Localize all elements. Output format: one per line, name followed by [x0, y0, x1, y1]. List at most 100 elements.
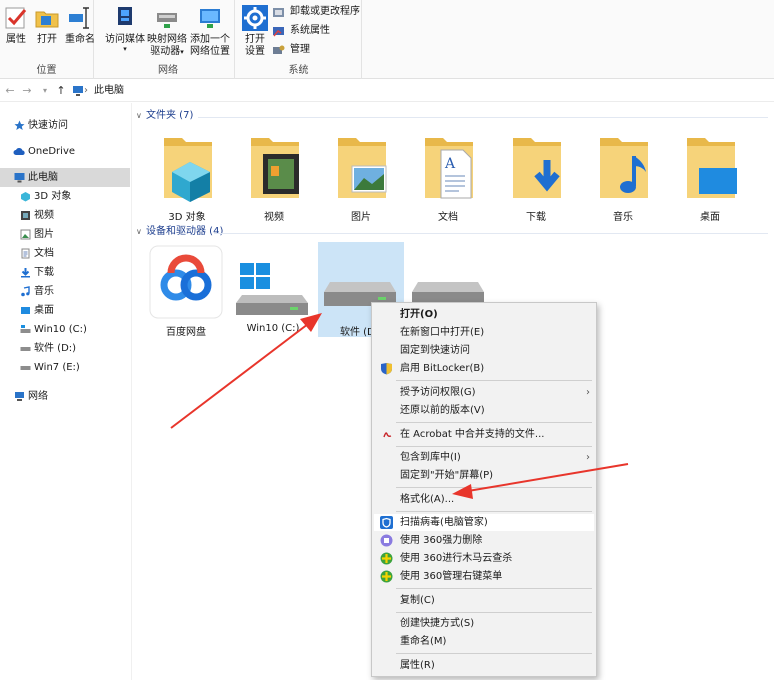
menu-item-360-scan[interactable]: 使用 360进行木马云查杀	[374, 550, 594, 567]
devices-header-label: 设备和驱动器 (4)	[146, 226, 224, 237]
access-media-button[interactable]: 访问媒体 ▾	[105, 3, 145, 57]
menu-item-label: 使用 360管理右键菜单	[400, 571, 503, 582]
acrobat-icon	[383, 432, 392, 438]
breadcrumb-this-pc[interactable]: 此电脑	[94, 85, 124, 96]
sidebar-item-desktop[interactable]: 桌面	[0, 301, 130, 320]
sidebar-item-downloads[interactable]: 下载	[0, 263, 130, 282]
menu-item-give-access[interactable]: 授予访问权限(G) ›	[374, 384, 594, 401]
sidebar-item-label: 下载	[34, 267, 54, 278]
ribbon-group-system: 打开 设置 卸载或更改程序 系统属性 管理 系统	[236, 0, 362, 79]
manage-button[interactable]: 管理	[272, 42, 310, 58]
menu-separator	[396, 612, 592, 613]
sidebar-item-this-pc[interactable]: 此电脑	[0, 168, 130, 187]
folders-section-header[interactable]: ∨ 文件夹 (7)	[136, 108, 193, 124]
add-network-location-button[interactable]: 添加一个 网络位置	[190, 3, 230, 57]
recent-locations-button[interactable]: ▾	[38, 83, 52, 99]
sidebar-item-label: 3D 对象	[34, 191, 72, 202]
menu-item-label: 使用 360进行木马云查杀	[400, 553, 513, 564]
menu-item-label: 格式化(A)...	[400, 494, 455, 505]
devices-section-header[interactable]: ∨ 设备和驱动器 (4)	[136, 224, 223, 240]
menu-item-pin-quick-access[interactable]: 固定到快速访问	[374, 342, 594, 359]
sidebar-item-quick-access[interactable]: 快速访问	[0, 116, 130, 135]
device-tile-baidu-netdisk[interactable]: 百度网盘	[143, 243, 229, 338]
map-network-drive-button[interactable]: 映射网络 驱动器▾	[147, 3, 187, 57]
rename-button[interactable]: 重命名	[62, 3, 98, 57]
uninstall-icon	[273, 8, 284, 17]
sidebar-item-drive-d[interactable]: 软件 (D:)	[0, 339, 130, 358]
device-tile-drive-c[interactable]: Win10 (C:)	[230, 243, 316, 336]
folder-tile-downloads[interactable]: 下载	[493, 128, 579, 223]
forward-button[interactable]: →	[20, 83, 34, 99]
3d-objects-icon	[21, 192, 30, 202]
uninstall-programs-button[interactable]: 卸载或更改程序	[272, 4, 360, 20]
menu-item-scan-virus[interactable]: 扫描病毒(电脑管家)	[374, 514, 594, 531]
folder-tile-3d-objects[interactable]: 3D 对象	[144, 128, 230, 223]
device-label: 百度网盘	[166, 327, 206, 338]
menu-item-create-shortcut[interactable]: 创建快捷方式(S)	[374, 615, 594, 632]
folder-label: 3D 对象	[168, 212, 206, 223]
open-button[interactable]: 打开	[30, 3, 64, 57]
folder-label: 音乐	[613, 212, 633, 223]
media-icon	[118, 7, 132, 25]
menu-item-properties[interactable]: 属性(R)	[374, 657, 594, 674]
group-label-network: 网络	[158, 65, 178, 76]
star-icon	[14, 120, 25, 130]
menu-item-bitlocker[interactable]: 启用 BitLocker(B)	[374, 360, 594, 377]
pictures-icon	[20, 229, 31, 240]
folder-tile-pictures[interactable]: 图片	[318, 128, 404, 223]
sidebar-item-3d-objects[interactable]: 3D 对象	[0, 187, 130, 206]
context-menu: 打开(O) 在新窗口中打开(E) 固定到快速访问 启用 BitLocker(B)…	[371, 302, 597, 677]
360-menu-icon	[380, 570, 393, 583]
folder-label: 视频	[264, 212, 284, 223]
group-label-location: 位置	[36, 65, 57, 76]
folder-tile-documents[interactable]: A 文档	[405, 128, 491, 223]
device-label: Win10 (C:)	[246, 323, 300, 334]
sidebar-item-onedrive[interactable]: OneDrive	[0, 142, 130, 161]
menu-item-label: 使用 360强力删除	[400, 535, 483, 546]
3d-objects-folder-icon	[164, 138, 212, 202]
sidebar-item-drive-e[interactable]: Win7 (E:)	[0, 358, 130, 377]
open-settings-button[interactable]: 打开 设置	[238, 3, 272, 57]
group-label-system: 系统	[288, 65, 309, 76]
folder-label: 下载	[526, 212, 546, 223]
computer-icon	[73, 86, 83, 96]
sidebar-item-network[interactable]: 网络	[0, 387, 130, 406]
menu-item-360-delete[interactable]: 使用 360强力删除	[374, 532, 594, 549]
open-settings-line2: 设置	[245, 46, 265, 57]
cloud-icon	[13, 148, 25, 155]
menu-item-acrobat-combine[interactable]: 在 Acrobat 中合并支持的文件...	[374, 426, 594, 443]
menu-item-open[interactable]: 打开(O)	[374, 306, 594, 323]
menu-item-include-library[interactable]: 包含到库中(I) ›	[374, 449, 594, 466]
sidebar-item-music[interactable]: 音乐	[0, 282, 130, 301]
menu-item-label: 重命名(M)	[400, 636, 447, 647]
sidebar-item-pictures[interactable]: 图片	[0, 225, 130, 244]
downloads-icon	[21, 268, 30, 278]
properties-button[interactable]: 属性	[0, 3, 33, 57]
menu-item-restore-versions[interactable]: 还原以前的版本(V)	[374, 402, 594, 419]
menu-item-rename[interactable]: 重命名(M)	[374, 633, 594, 650]
rename-icon	[69, 7, 89, 29]
access-media-label: 访问媒体	[105, 34, 145, 45]
back-button[interactable]: ←	[3, 83, 17, 99]
menu-item-open-new-window[interactable]: 在新窗口中打开(E)	[374, 324, 594, 341]
folder-tile-desktop[interactable]: 桌面	[667, 128, 753, 223]
sidebar-item-label: Win7 (E:)	[34, 362, 80, 373]
menu-item-format[interactable]: 格式化(A)...	[374, 491, 594, 508]
navigation-pane: 快速访问 OneDrive 此电脑 3D 对象 视频 图片 文档 下载 音乐 桌…	[0, 103, 132, 680]
menu-item-360-menu-manager[interactable]: 使用 360管理右键菜单	[374, 568, 594, 585]
menu-item-pin-start[interactable]: 固定到"开始"屏幕(P)	[374, 467, 594, 484]
folder-tile-music[interactable]: 音乐	[580, 128, 666, 223]
baidu-netdisk-icon	[149, 245, 223, 319]
breadcrumb[interactable]: › 此电脑	[72, 83, 124, 99]
menu-item-copy[interactable]: 复制(C)	[374, 592, 594, 609]
folder-tile-videos[interactable]: 视频	[231, 128, 317, 223]
sidebar-item-drive-c[interactable]: Win10 (C:)	[0, 320, 130, 339]
sidebar-item-documents[interactable]: 文档	[0, 244, 130, 263]
chevron-down-icon: ▾	[123, 45, 127, 53]
manage-label: 管理	[290, 44, 310, 55]
sidebar-item-label: 桌面	[34, 305, 54, 316]
up-button[interactable]: ↑	[54, 83, 68, 99]
sidebar-item-videos[interactable]: 视频	[0, 206, 130, 225]
menu-item-label: 扫描病毒(电脑管家)	[400, 517, 488, 528]
system-properties-button[interactable]: 系统属性	[272, 23, 330, 39]
